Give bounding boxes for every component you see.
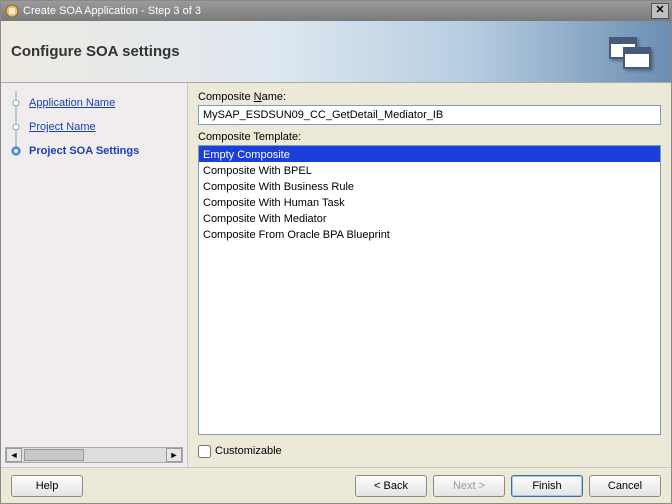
template-option[interactable]: Empty Composite xyxy=(199,146,660,162)
step-link-label: Project SOA Settings xyxy=(29,145,139,157)
window-title: Create SOA Application - Step 3 of 3 xyxy=(23,5,201,17)
title-bar: Create SOA Application - Step 3 of 3 ✕ xyxy=(1,1,671,21)
back-button[interactable]: < Back xyxy=(355,475,427,497)
finish-button[interactable]: Finish xyxy=(511,475,583,497)
dialog-window: Create SOA Application - Step 3 of 3 ✕ C… xyxy=(0,0,672,504)
step-bullet-icon xyxy=(9,96,23,110)
step-current-icon xyxy=(9,144,23,158)
step-project-soa-settings[interactable]: Project SOA Settings xyxy=(5,139,183,163)
template-option[interactable]: Composite With Human Task xyxy=(199,194,660,210)
composite-name-label: Composite Name: xyxy=(198,91,661,103)
wizard-header: Configure SOA settings xyxy=(1,21,671,83)
header-graphic xyxy=(609,31,653,71)
main-panel: Composite Name: Composite Template: Empt… xyxy=(188,83,671,467)
step-project-name[interactable]: Project Name xyxy=(5,115,183,139)
next-button[interactable]: Next > xyxy=(433,475,505,497)
step-application-name[interactable]: Application Name xyxy=(5,91,183,115)
sidebar-scrollbar[interactable]: ◄ ► xyxy=(5,447,183,463)
composite-template-listbox[interactable]: Empty CompositeComposite With BPELCompos… xyxy=(198,145,661,435)
button-bar: Help < Back Next > Finish Cancel xyxy=(1,467,671,503)
composite-template-label: Composite Template: xyxy=(198,131,661,143)
template-option[interactable]: Composite With BPEL xyxy=(199,162,660,178)
app-icon xyxy=(5,4,19,18)
template-option[interactable]: Composite With Mediator xyxy=(199,210,660,226)
cancel-button[interactable]: Cancel xyxy=(589,475,661,497)
step-link-label[interactable]: Application Name xyxy=(29,97,115,109)
customizable-checkbox[interactable] xyxy=(198,445,211,458)
step-bullet-icon xyxy=(9,120,23,134)
scroll-thumb[interactable] xyxy=(24,449,84,461)
template-option[interactable]: Composite With Business Rule xyxy=(199,178,660,194)
wizard-steps-sidebar: Application Name Project Name Project SO… xyxy=(1,83,188,467)
scroll-left-arrow[interactable]: ◄ xyxy=(6,448,22,462)
step-link-label[interactable]: Project Name xyxy=(29,121,96,133)
close-button[interactable]: ✕ xyxy=(651,3,669,19)
composite-name-input[interactable] xyxy=(198,105,661,125)
customizable-label[interactable]: Customizable xyxy=(215,445,282,457)
template-option[interactable]: Composite From Oracle BPA Blueprint xyxy=(199,226,660,242)
scroll-right-arrow[interactable]: ► xyxy=(166,448,182,462)
help-button[interactable]: Help xyxy=(11,475,83,497)
page-title: Configure SOA settings xyxy=(11,43,180,60)
